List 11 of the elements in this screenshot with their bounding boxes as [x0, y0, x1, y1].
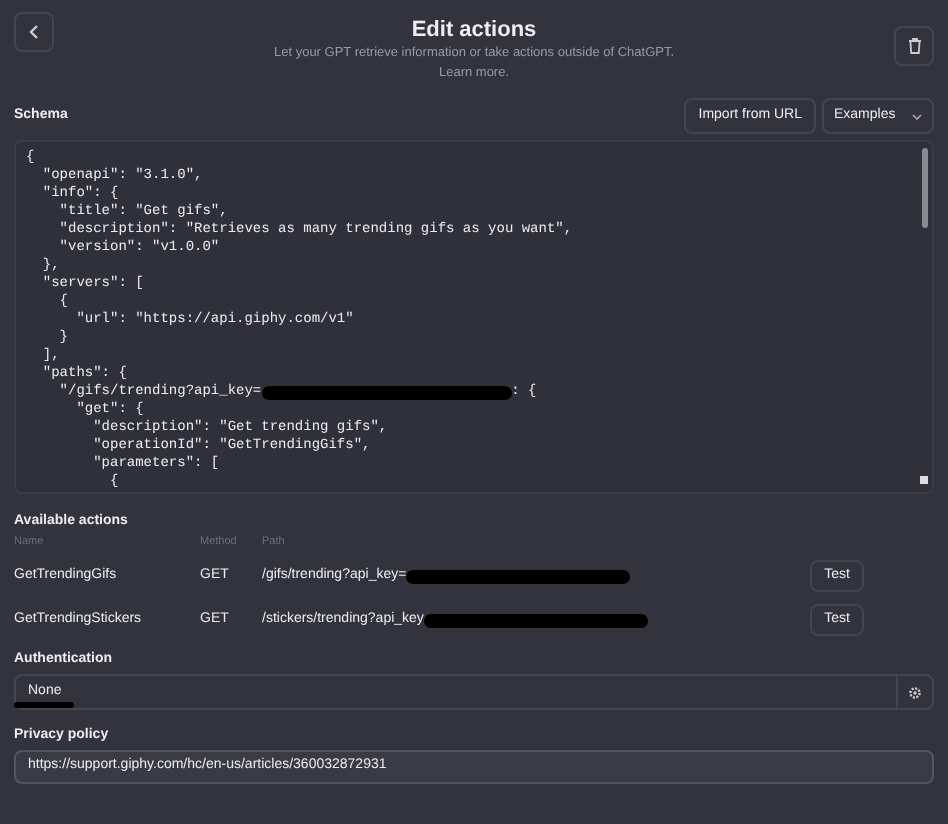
- settings-icon: [908, 685, 922, 699]
- scrollbar-thumb: [922, 148, 928, 228]
- schema-editor[interactable]: [14, 140, 934, 494]
- trash-icon: [907, 38, 921, 54]
- settings-button[interactable]: [898, 674, 934, 710]
- back-button[interactable]: [14, 12, 54, 52]
- page-title: Edit actions: [411, 16, 537, 44]
- delete-button[interactable]: [894, 26, 934, 66]
- resize-handle-icon: [920, 476, 928, 484]
- chevron-down-icon: [912, 113, 922, 119]
- chevron-left-icon: [28, 24, 40, 40]
